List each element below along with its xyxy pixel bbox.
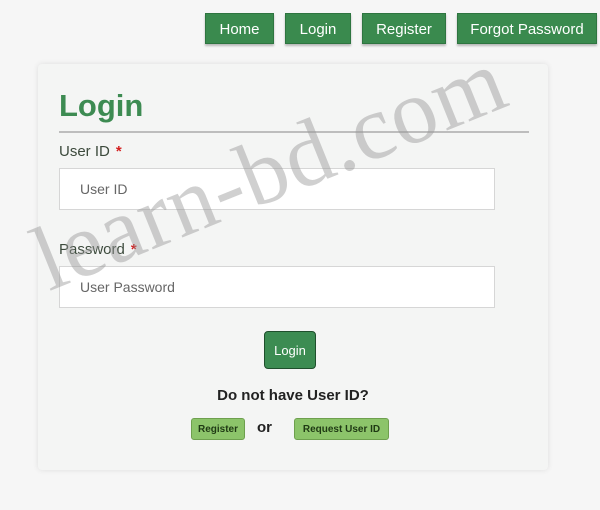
nav-home-button[interactable]: Home [205, 13, 274, 44]
nav-forgot-password-button[interactable]: Forgot Password [457, 13, 597, 44]
no-account-text: Do not have User ID? [217, 387, 369, 404]
nav-login-button[interactable]: Login [285, 13, 351, 44]
password-label: Password * [59, 241, 137, 258]
password-required-mark: * [130, 241, 137, 258]
top-nav: Home Login Register Forgot Password [205, 13, 597, 44]
request-user-id-button[interactable]: Request User ID [294, 418, 389, 440]
user-id-label: User ID * [59, 143, 122, 160]
login-submit-button[interactable]: Login [264, 331, 316, 369]
nav-register-button[interactable]: Register [362, 13, 446, 44]
title-divider [59, 131, 529, 133]
page-title: Login [59, 88, 144, 123]
or-text: or [257, 419, 272, 436]
login-card: Login User ID * Password * Login Do not ha… [38, 64, 548, 470]
password-label-text: Password [59, 241, 125, 258]
page: Home Login Register Forgot Password Logi… [0, 0, 600, 510]
user-id-label-text: User ID [59, 143, 110, 160]
user-id-input[interactable] [59, 168, 495, 210]
register-button[interactable]: Register [191, 418, 245, 440]
user-id-required-mark: * [115, 143, 122, 160]
password-input[interactable] [59, 266, 495, 308]
